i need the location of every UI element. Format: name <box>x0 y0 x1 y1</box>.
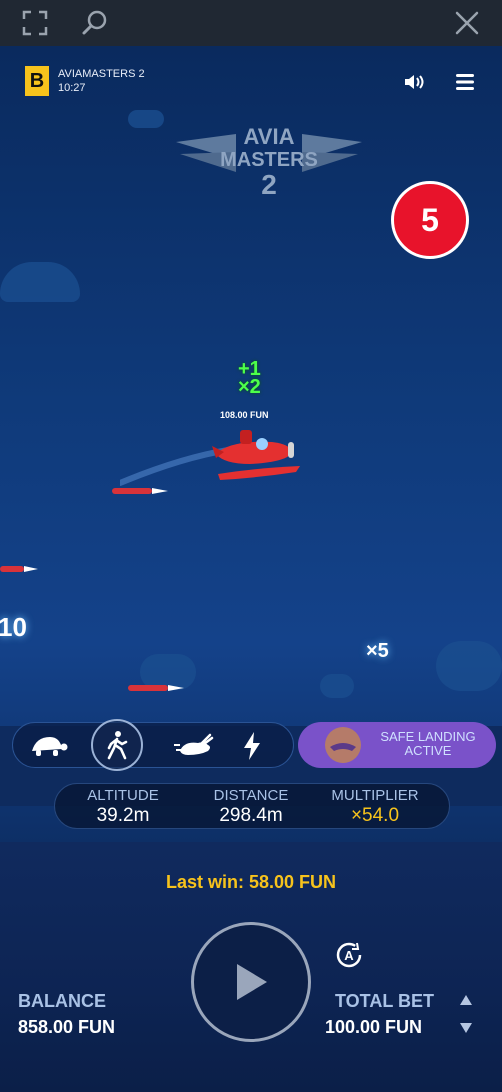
game-title-logo: AVIA MASTERS 2 <box>176 124 362 200</box>
last-win: Last win: 58.00 FUN <box>165 872 337 892</box>
game-info: B AVIAMASTERS 2 10:27 <box>25 66 145 96</box>
distance-label: DISTANCE <box>213 787 289 804</box>
close-icon[interactable] <box>452 8 482 38</box>
speed-selector <box>12 719 294 771</box>
logo-line3: 2 <box>261 169 277 200</box>
multiplier-label: MULTIPLIER <box>331 787 419 804</box>
clock-time: 10:27 <box>58 82 86 94</box>
sound-icon[interactable] <box>402 70 426 94</box>
brand-logo: B <box>25 66 49 96</box>
speed-turtle-button[interactable] <box>27 725 69 767</box>
total-bet-label: TOTAL BET <box>335 991 434 1011</box>
play-button[interactable] <box>191 922 311 1042</box>
bonus-mult: ×2 <box>238 376 261 398</box>
logo-line2: MASTERS <box>220 149 318 171</box>
floating-multiplier: ×5 <box>366 640 389 662</box>
floating-multiplier: 10 <box>0 612 27 642</box>
countdown-badge: 5 <box>391 181 469 259</box>
fullscreen-icon[interactable] <box>20 8 50 38</box>
rocket <box>0 566 38 572</box>
distance-value: 298.4m <box>219 805 283 826</box>
game-name: AVIAMASTERS 2 <box>58 68 145 80</box>
turtle-icon <box>32 737 68 756</box>
safe-landing-icon <box>325 727 361 763</box>
rocket <box>128 685 184 691</box>
safe-landing-toggle[interactable]: SAFE LANDING ACTIVE <box>298 722 496 768</box>
search-icon[interactable] <box>80 8 110 38</box>
bet-decrease-button[interactable] <box>458 1022 474 1036</box>
walk-icon <box>107 731 128 760</box>
bet-increase-button[interactable] <box>458 994 474 1008</box>
plane-win-amount: 108.00 FUN <box>220 410 269 420</box>
chevron-up-icon <box>460 995 472 1005</box>
play-icon <box>237 964 267 1000</box>
safe-landing-line2: ACTIVE <box>404 743 452 758</box>
speed-rabbit-button[interactable] <box>173 725 215 767</box>
rabbit-icon <box>174 733 214 755</box>
logo-line1: AVIA <box>244 124 295 149</box>
plane <box>212 430 300 480</box>
speed-lightning-button[interactable] <box>231 725 273 767</box>
balance-label: BALANCE <box>18 991 106 1011</box>
flight-stats: ALTITUDE 39.2m DISTANCE 298.4m MULTIPLIE… <box>54 783 450 829</box>
total-bet-value: 100.00 FUN <box>325 1017 423 1037</box>
altitude-value: 39.2m <box>96 805 150 826</box>
svg-text:A: A <box>344 948 354 963</box>
speed-walk-button[interactable] <box>91 719 143 771</box>
balance-value: 858.00 FUN <box>18 1017 116 1037</box>
altitude-label: ALTITUDE <box>87 787 159 804</box>
top-bar <box>0 0 502 46</box>
safe-landing-line1: SAFE LANDING <box>380 729 476 744</box>
chevron-down-icon <box>460 1023 472 1033</box>
menu-icon[interactable] <box>454 72 476 92</box>
autoplay-icon[interactable]: A <box>334 940 364 970</box>
lightning-icon <box>244 732 260 760</box>
multiplier-value: ×54.0 <box>350 805 400 826</box>
